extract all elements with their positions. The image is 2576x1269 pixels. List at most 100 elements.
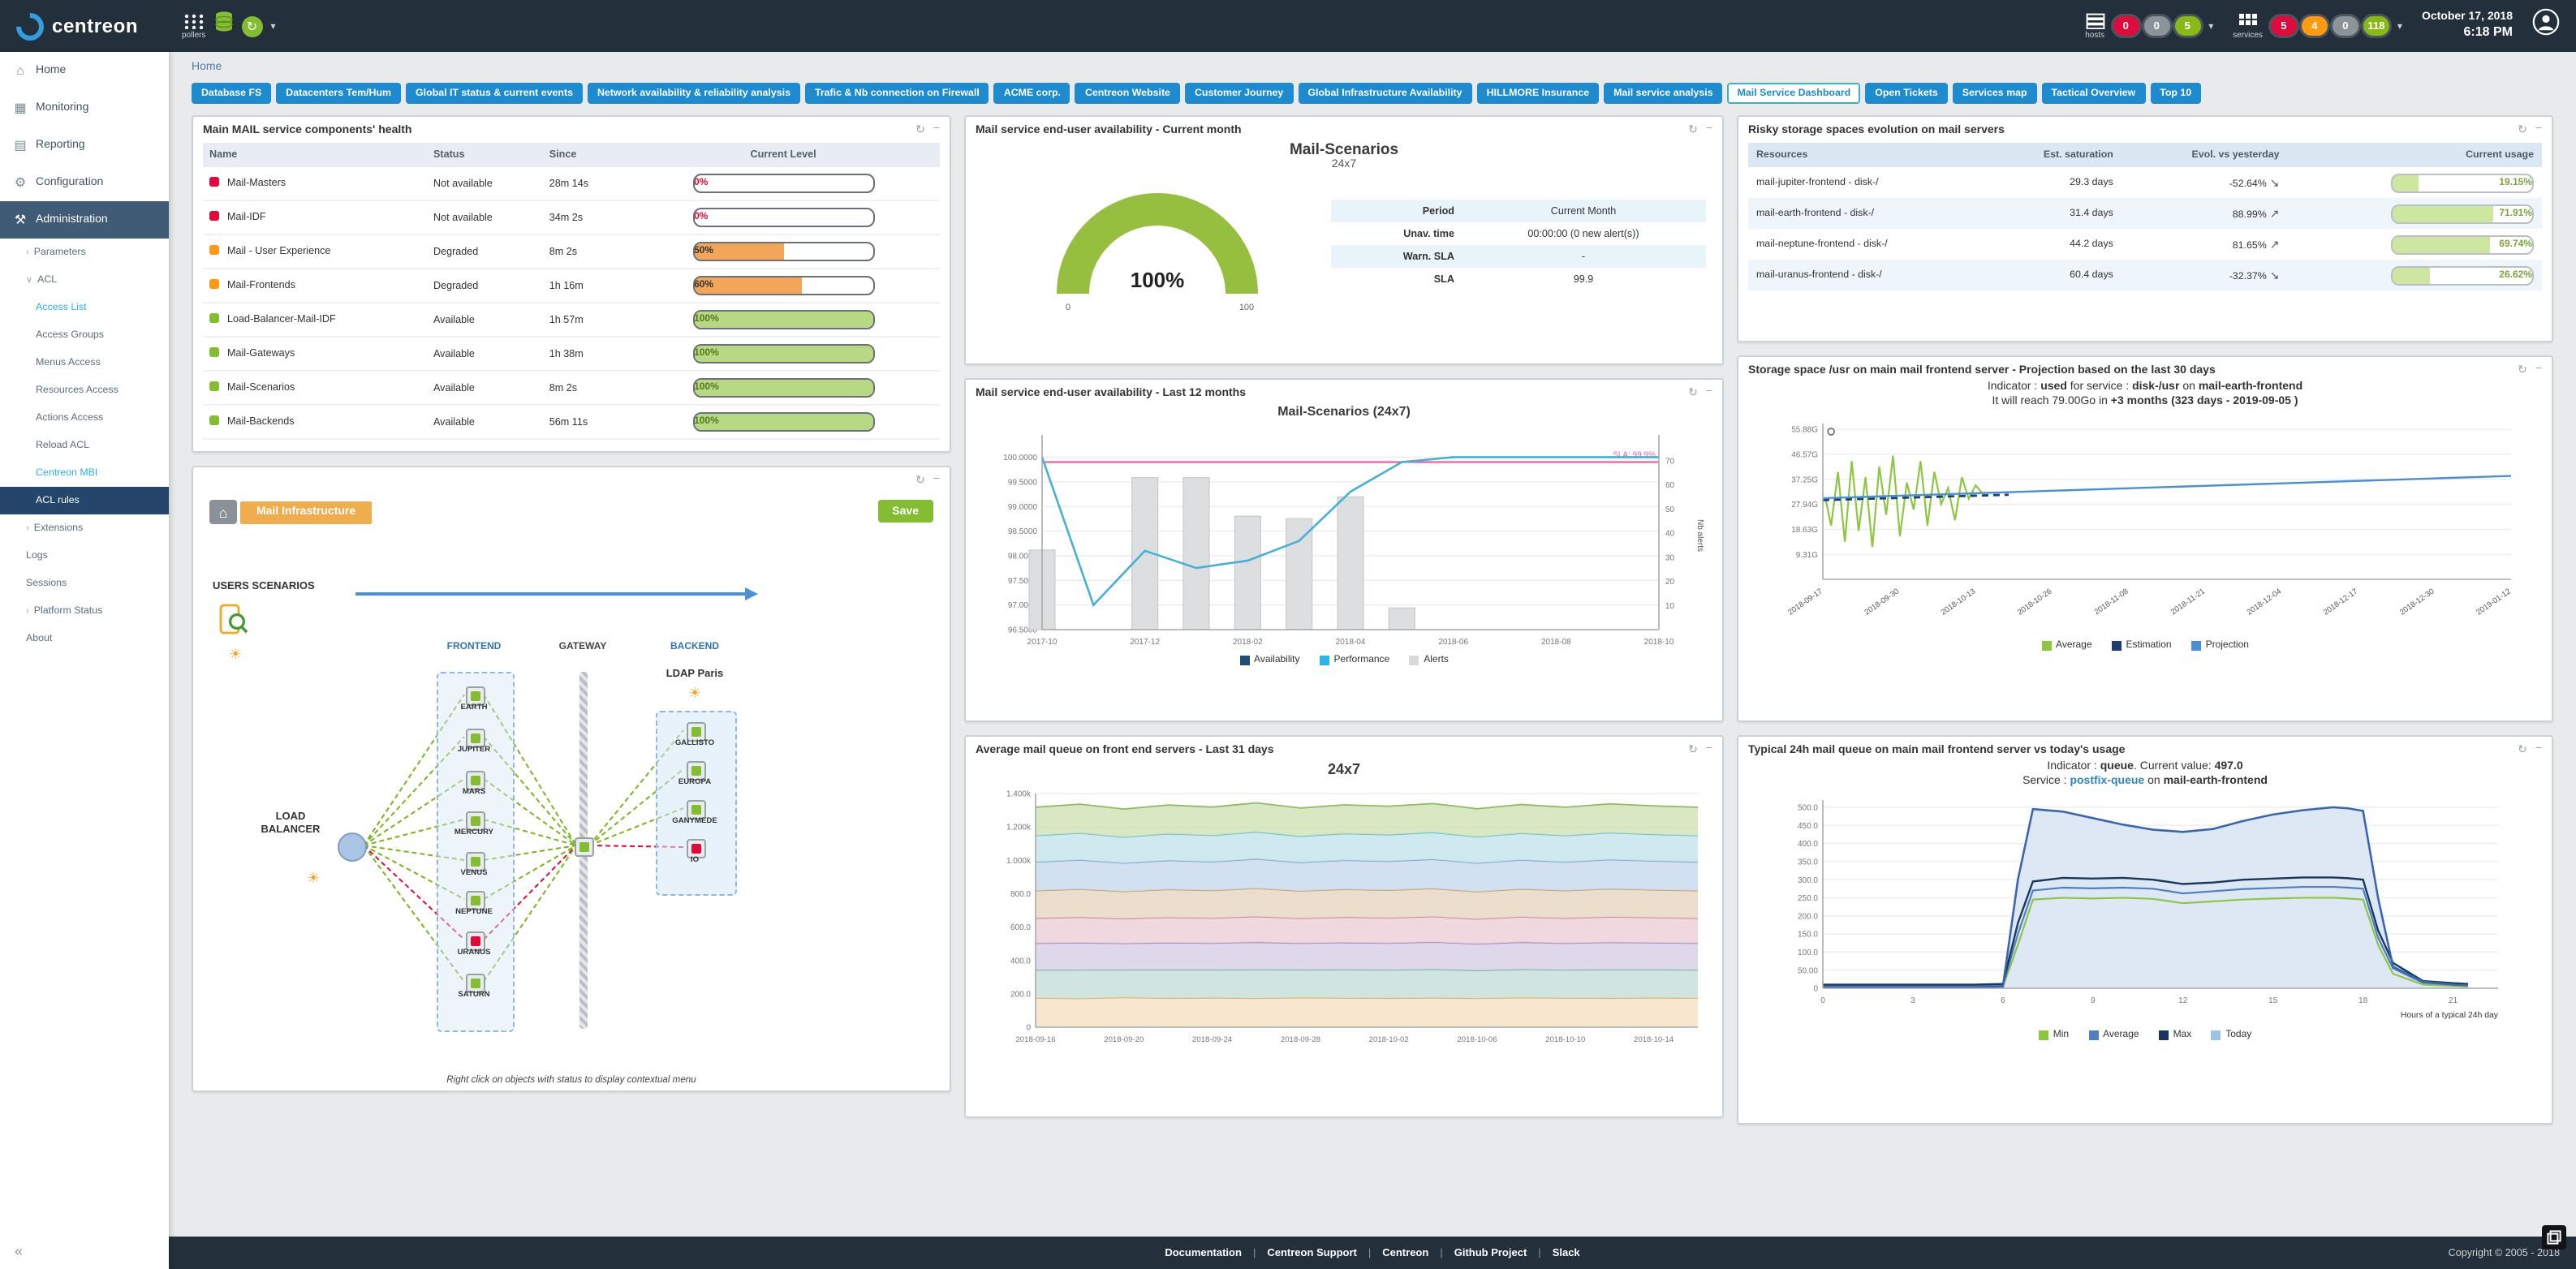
risky-row-mail-earth-frontend-disk[interactable]: mail-earth-frontend - disk-/31.4 days88.… [1748, 198, 2542, 229]
tab-hillmore-insurance[interactable]: HILLMORE Insurance [1477, 83, 1600, 104]
centreon-logo[interactable]: centreon [16, 12, 166, 40]
panel-collapse-icon[interactable]: − [2535, 743, 2542, 756]
sidebar-collapse-button[interactable]: « [0, 1233, 169, 1269]
footer-link-documentation[interactable]: Documentation [1165, 1247, 1242, 1258]
footer-link-centreon[interactable]: Centreon [1382, 1247, 1428, 1258]
services-chevron-icon[interactable]: ▾ [2397, 20, 2402, 32]
sidebar-subitem-sessions[interactable]: Sessions [0, 570, 169, 597]
sidebar-subitem-centreon-mbi[interactable]: Centreon MBI [0, 459, 169, 487]
map-node-gallisto[interactable] [687, 722, 706, 742]
panel-collapse-icon[interactable]: − [2535, 363, 2542, 376]
footer-link-slack[interactable]: Slack [1553, 1247, 1580, 1258]
health-row-mail-idf[interactable]: Mail-IDFNot available34m 2s0% [203, 200, 940, 234]
tab-centreon-website[interactable]: Centreon Website [1075, 83, 1180, 104]
map-node-ganymede[interactable] [687, 800, 706, 819]
hosts-button[interactable]: hosts [2085, 12, 2104, 40]
tab-database-fs[interactable]: Database FS [192, 83, 271, 104]
tab-top-10[interactable]: Top 10 [2150, 83, 2201, 104]
health-row-mail-backends[interactable]: Mail-BackendsAvailable56m 11s100% [203, 405, 940, 439]
tab-network-availability-reliability-analysis[interactable]: Network availability & reliability analy… [588, 83, 800, 104]
risky-row-mail-neptune-frontend-disk[interactable]: mail-neptune-frontend - disk-/44.2 days8… [1748, 229, 2542, 260]
sidebar-subitem-parameters[interactable]: ›Parameters [0, 239, 169, 266]
host-status-badge[interactable]: 5 [2174, 16, 2200, 36]
map-node-saturn[interactable] [466, 974, 485, 993]
health-row-load-balancer-mail-idf[interactable]: Load-Balancer-Mail-IDFAvailable1h 57m100… [203, 303, 940, 337]
breadcrumb[interactable]: Home [169, 52, 2576, 78]
sidebar-item-monitoring[interactable]: ▦Monitoring [0, 89, 169, 127]
risky-row-mail-uranus-frontend-disk[interactable]: mail-uranus-frontend - disk-/60.4 days-3… [1748, 260, 2542, 290]
tab-mail-service-dashboard[interactable]: Mail Service Dashboard [1728, 83, 1861, 104]
health-row-mail-scenarios[interactable]: Mail-ScenariosAvailable8m 2s100% [203, 371, 940, 405]
tab-mail-service-analysis[interactable]: Mail service analysis [1604, 83, 1722, 104]
tab-trafic-nb-connection-on-firewall[interactable]: Trafic & Nb connection on Firewall [805, 83, 989, 104]
panel-collapse-icon[interactable]: − [1706, 743, 1712, 756]
sidebar-subitem-extensions[interactable]: ›Extensions [0, 514, 169, 542]
panel-refresh-icon[interactable]: ↻ [1688, 386, 1698, 399]
tab-global-infrastructure-availability[interactable]: Global Infrastructure Availability [1298, 83, 1471, 104]
panel-refresh-icon[interactable]: ↻ [2518, 743, 2527, 756]
service-status-badge[interactable]: 5 [2271, 16, 2297, 36]
sidebar-subitem-access-list[interactable]: Access List [0, 294, 169, 321]
load-balancer-node[interactable] [338, 832, 367, 862]
map-node-neptune[interactable] [466, 891, 485, 910]
sidebar-subitem-logs[interactable]: Logs [0, 542, 169, 570]
map-node-uranus[interactable] [466, 931, 485, 951]
sidebar-item-home[interactable]: ⌂Home [0, 52, 169, 89]
panel-refresh-icon[interactable]: ↻ [2518, 123, 2527, 136]
tab-global-it-status-current-events[interactable]: Global IT status & current events [406, 83, 583, 104]
services-button[interactable]: services [2233, 12, 2263, 40]
sidebar-subitem-platform-status[interactable]: ›Platform Status [0, 597, 169, 625]
panel-collapse-icon[interactable]: − [933, 474, 940, 487]
host-status-badge[interactable]: 0 [2113, 16, 2139, 36]
sidebar-subitem-menus-access[interactable]: Menus Access [0, 349, 169, 376]
health-row-mail-gateways[interactable]: Mail-GatewaysAvailable1h 38m100% [203, 337, 940, 371]
popout-button[interactable] [2542, 1225, 2566, 1250]
map-node-europa[interactable] [687, 761, 706, 781]
map-node-io[interactable] [687, 839, 706, 858]
risky-row-mail-jupiter-frontend-disk[interactable]: mail-jupiter-frontend - disk-/29.3 days-… [1748, 167, 2542, 198]
save-button[interactable]: Save [877, 500, 933, 523]
map-node-earth[interactable] [466, 686, 485, 706]
map-title-badge[interactable]: Mail Infrastructure [240, 501, 372, 523]
panel-refresh-icon[interactable]: ↻ [1688, 743, 1698, 756]
sidebar-item-reporting[interactable]: ▤Reporting [0, 127, 169, 164]
tab-tactical-overview[interactable]: Tactical Overview [2042, 83, 2146, 104]
map-node-gateway[interactable] [575, 837, 594, 857]
footer-link-github-project[interactable]: Github Project [1454, 1247, 1527, 1258]
service-status-badge[interactable]: 118 [2363, 16, 2389, 36]
sidebar-subitem-acl-rules[interactable]: ACL rules [0, 487, 169, 514]
sidebar-subitem-access-groups[interactable]: Access Groups [0, 321, 169, 349]
sidebar-subitem-resources-access[interactable]: Resources Access [0, 376, 169, 404]
sidebar-subitem-acl[interactable]: ∨ACL [0, 266, 169, 294]
map-node-mercury[interactable] [466, 811, 485, 831]
host-status-badge[interactable]: 0 [2143, 16, 2169, 36]
health-row-mail-masters[interactable]: Mail-MastersNot available28m 14s0% [203, 167, 940, 200]
panel-refresh-icon[interactable]: ↻ [1688, 123, 1698, 136]
sidebar-item-configuration[interactable]: ⚙Configuration [0, 164, 169, 201]
pollers-chevron-icon[interactable]: ▾ [270, 20, 275, 32]
map-node-jupiter[interactable] [466, 729, 485, 748]
tab-acme-corp[interactable]: ACME corp. [994, 83, 1070, 104]
panel-collapse-icon[interactable]: − [1706, 386, 1712, 399]
health-row-mail-user-experience[interactable]: Mail - User ExperienceDegraded8m 2s50% [203, 234, 940, 269]
database-status-icon[interactable] [213, 11, 233, 41]
service-status-badge[interactable]: 4 [2302, 16, 2328, 36]
map-node-mars[interactable] [466, 771, 485, 790]
service-status-badge[interactable]: 0 [2333, 16, 2358, 36]
panel-collapse-icon[interactable]: − [1706, 123, 1712, 136]
tab-open-tickets[interactable]: Open Tickets [1865, 83, 1948, 104]
footer-link-centreon-support[interactable]: Centreon Support [1267, 1247, 1357, 1258]
hosts-chevron-icon[interactable]: ▾ [2208, 20, 2213, 32]
health-row-mail-frontends[interactable]: Mail-FrontendsDegraded1h 16m60% [203, 269, 940, 303]
tab-customer-journey[interactable]: Customer Journey [1185, 83, 1293, 104]
sync-status-icon[interactable]: ↻ [241, 15, 262, 37]
user-menu-button[interactable] [2532, 8, 2560, 44]
panel-refresh-icon[interactable]: ↻ [915, 123, 925, 136]
panel-collapse-icon[interactable]: − [933, 123, 940, 136]
sidebar-subitem-about[interactable]: About [0, 625, 169, 652]
sidebar-subitem-actions-access[interactable]: Actions Access [0, 404, 169, 432]
panel-refresh-icon[interactable]: ↻ [915, 474, 925, 487]
sidebar-item-administration[interactable]: ⚒Administration [0, 201, 169, 239]
panel-refresh-icon[interactable]: ↻ [2518, 363, 2527, 376]
sidebar-subitem-reload-acl[interactable]: Reload ACL [0, 432, 169, 459]
